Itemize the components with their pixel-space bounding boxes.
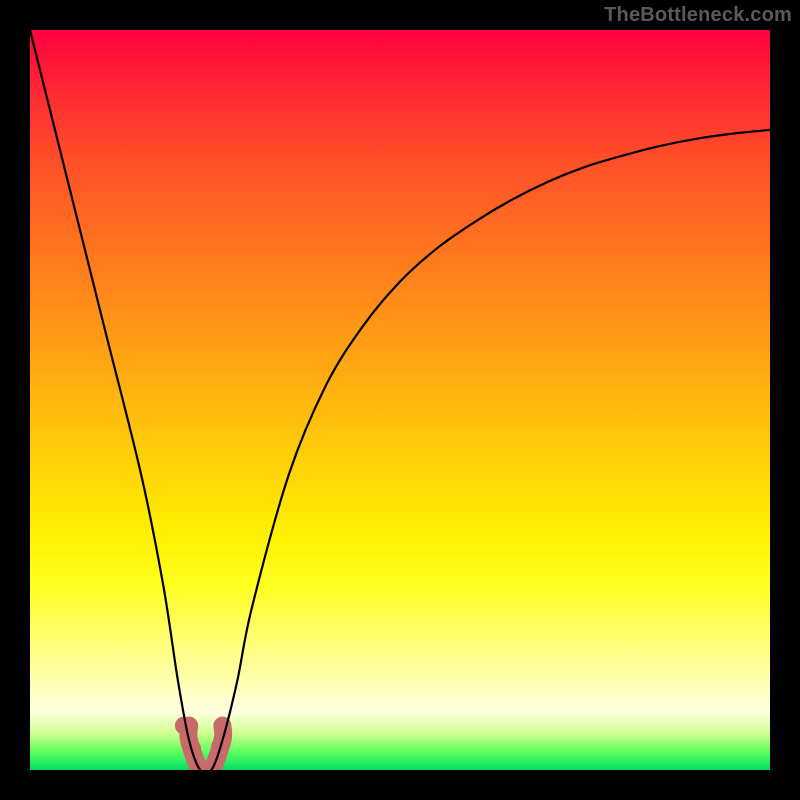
bottleneck-curve	[30, 30, 770, 770]
watermark-text: TheBottleneck.com	[604, 4, 792, 27]
plot-area	[30, 30, 770, 770]
curve-layer	[30, 30, 770, 770]
chart-frame: TheBottleneck.com	[0, 0, 800, 800]
